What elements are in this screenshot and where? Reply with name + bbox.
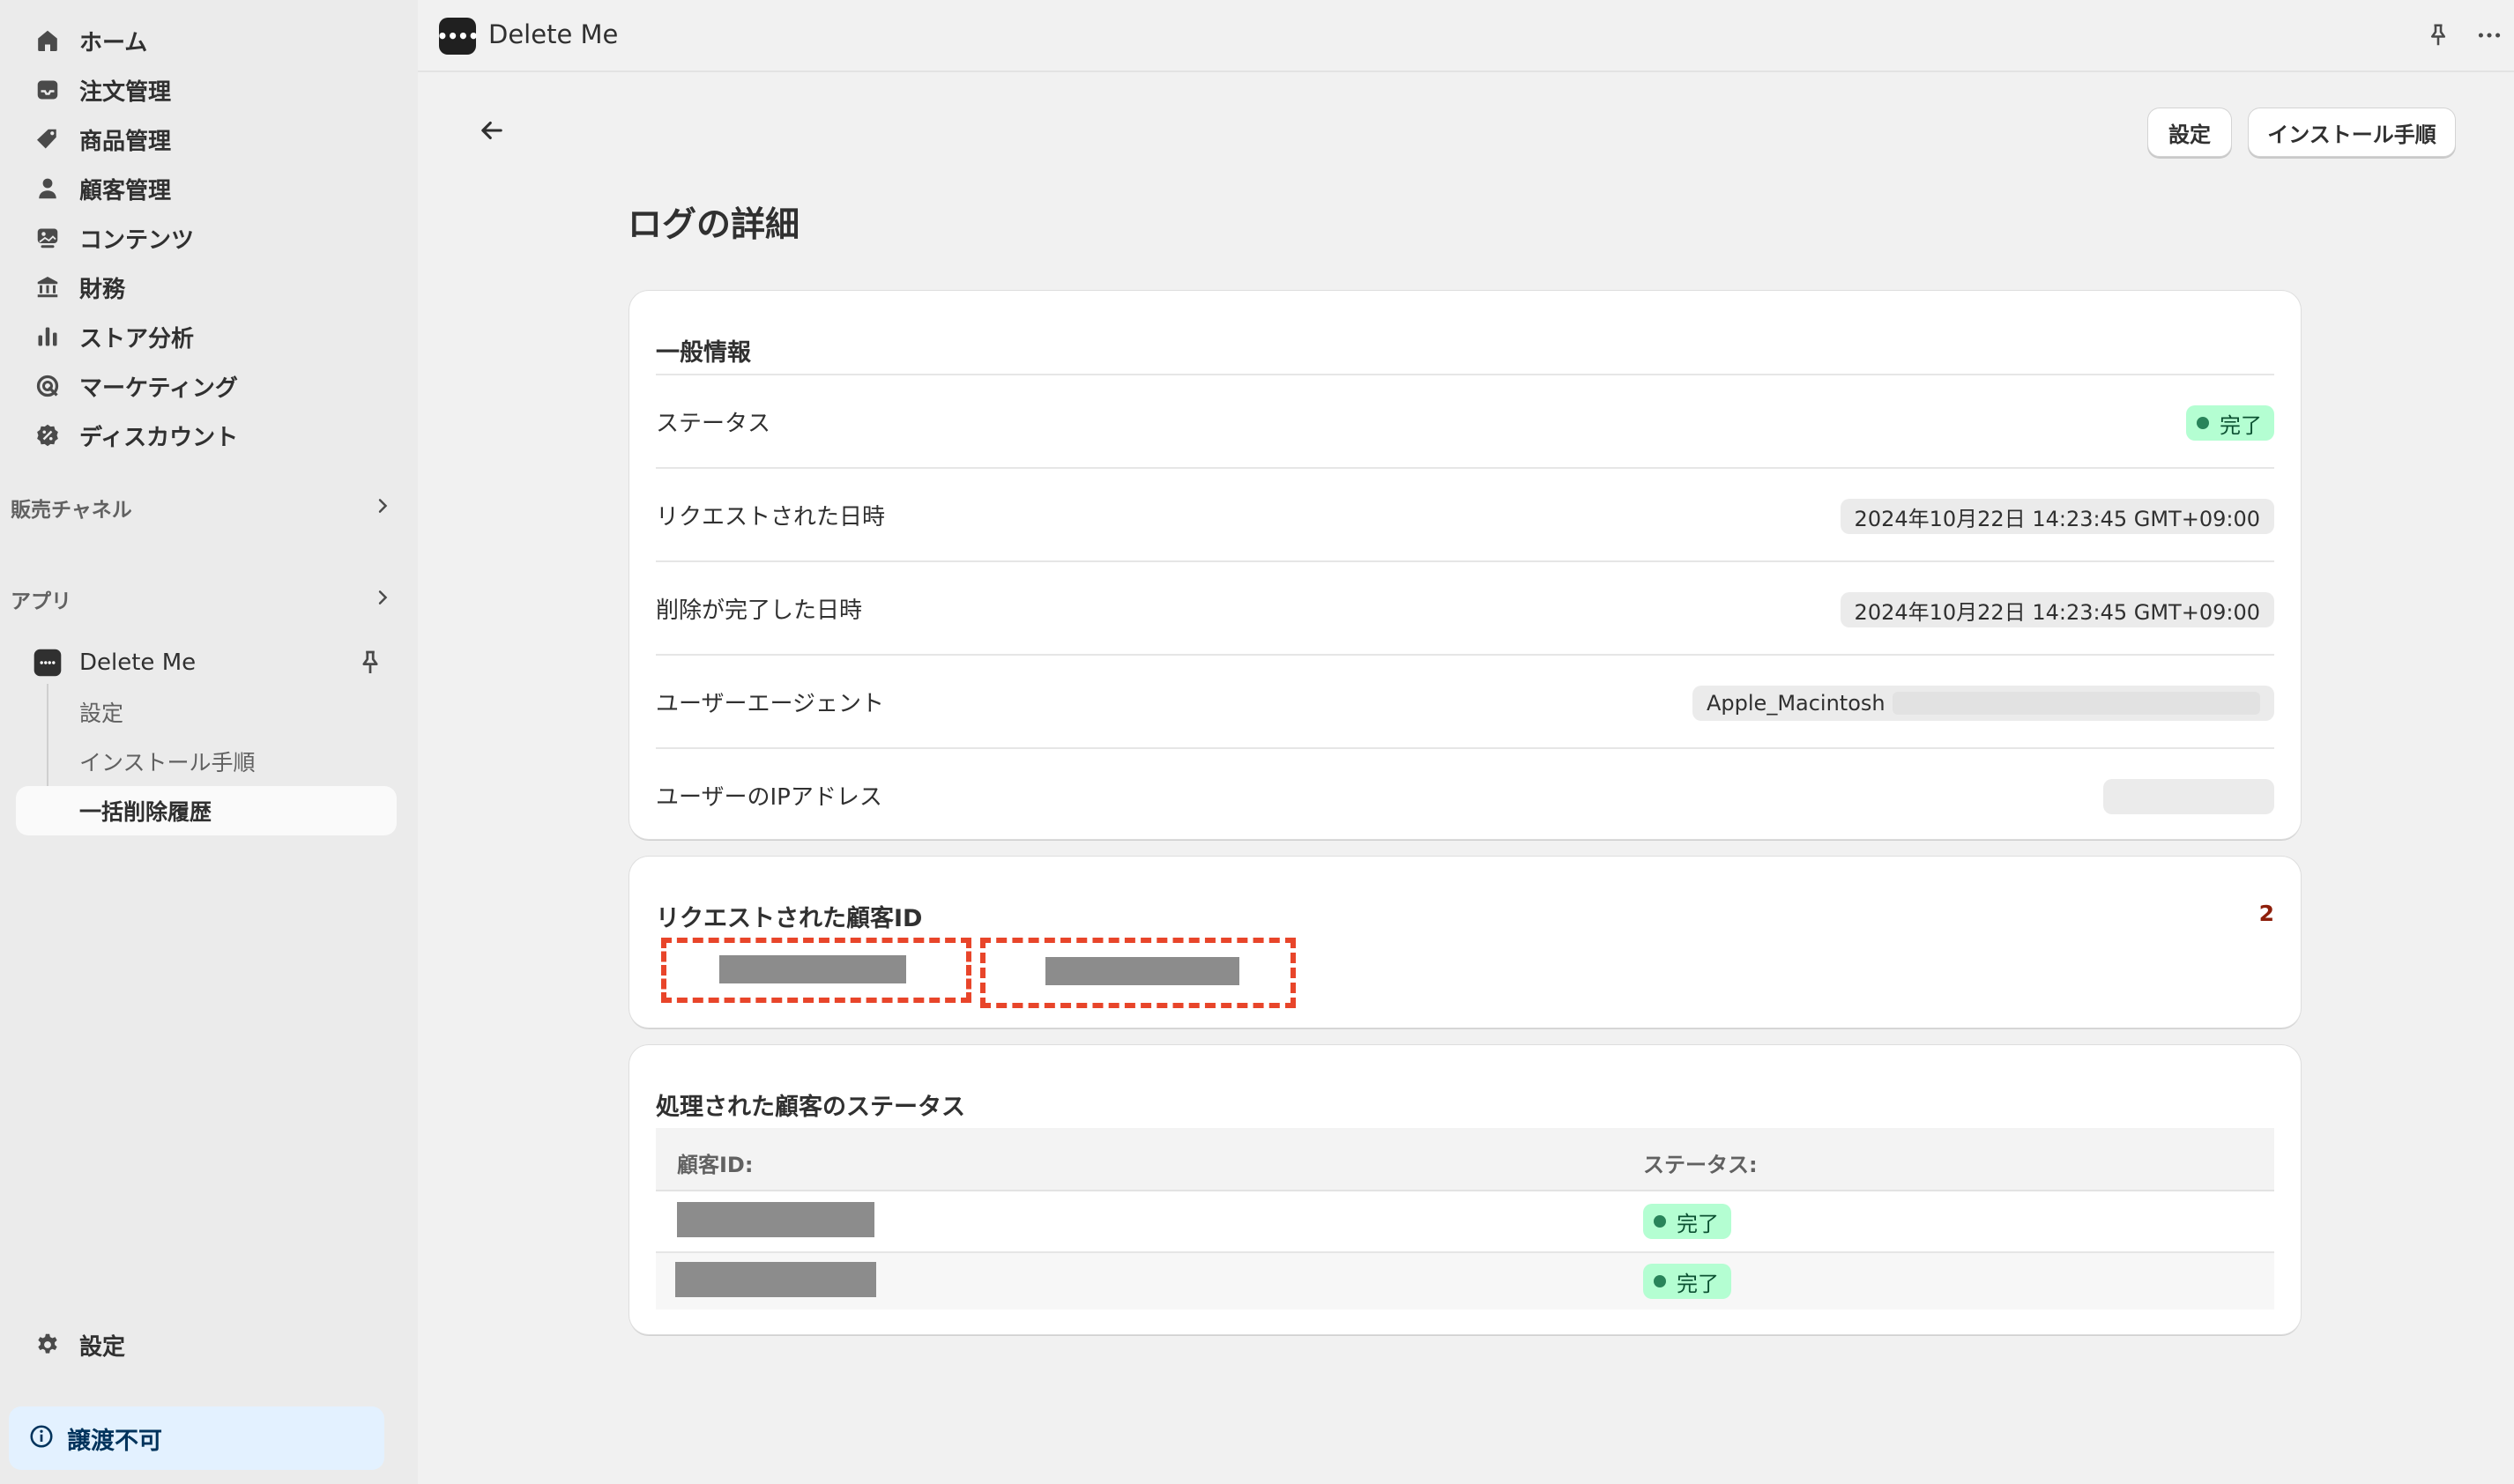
column-customer-id: 顧客ID: <box>677 1153 754 1177</box>
install-guide-button[interactable]: インストール手順 <box>2248 108 2456 157</box>
sidebar-item-content[interactable]: コンテンツ <box>32 219 393 257</box>
sidebar-item-label: コンテンツ <box>79 226 195 254</box>
app-logo-icon: •••• <box>436 18 480 55</box>
sidebar: ホーム 注文管理 商品管理 顧客管理 コンテンツ 財務 ストア分析 マーケティン… <box>0 0 418 1484</box>
back-button[interactable] <box>471 109 513 152</box>
status-text: 完了 <box>1677 1271 1719 1296</box>
app-name: Delete Me <box>79 649 197 676</box>
card-title: 処理された顧客のステータス <box>656 1094 965 1121</box>
status-badge: 完了 <box>1643 1204 1731 1239</box>
status-text: 完了 <box>2220 412 2262 438</box>
pin-icon[interactable] <box>2421 18 2456 53</box>
ip-address-row: ユーザーのIPアドレス <box>656 747 2274 839</box>
customer-id-redacted <box>1045 957 1239 985</box>
sidebar-item-discounts[interactable]: ディスカウント <box>32 416 393 455</box>
sidebar-sub-install[interactable]: インストール手順 <box>79 746 256 777</box>
customer-id-redacted <box>677 1202 874 1237</box>
requested-ids-card: リクエストされた顧客ID 2 <box>629 857 2301 1028</box>
section-label: アプリ <box>11 590 71 613</box>
app-title: Delete Me <box>488 19 619 49</box>
sidebar-item-label: ストア分析 <box>79 325 195 352</box>
sidebar-item-label: 顧客管理 <box>79 177 172 204</box>
row-label: 削除が完了した日時 <box>656 597 863 624</box>
sidebar-sub-settings[interactable]: 設定 <box>79 696 123 728</box>
inbox-icon <box>32 74 63 106</box>
settings-button[interactable]: 設定 <box>2147 108 2232 157</box>
tag-icon <box>32 123 63 155</box>
sidebar-item-settings[interactable]: 設定 <box>32 1325 393 1364</box>
status-dot <box>1654 1275 1666 1287</box>
customer-id-redacted <box>675 1262 876 1297</box>
sidebar-item-label: ディスカウント <box>79 424 239 451</box>
bar-chart-icon <box>32 321 63 352</box>
sidebar-item-customers[interactable]: 顧客管理 <box>32 169 393 208</box>
card-title: リクエストされた顧客ID <box>656 905 923 932</box>
table-row: 完了 <box>656 1193 2274 1251</box>
notice-label: 譲渡不可 <box>67 1427 162 1455</box>
status-text: 完了 <box>1677 1211 1719 1236</box>
status-dot <box>2197 417 2209 429</box>
app-topbar: •••• Delete Me <box>418 0 2514 72</box>
info-icon <box>28 1423 55 1453</box>
user-agent-text: Apple_Macintosh <box>1707 691 1886 716</box>
user-agent-row: ユーザーエージェント Apple_Macintosh <box>656 654 2274 747</box>
row-label: ユーザーのIPアドレス <box>656 784 882 811</box>
sidebar-item-label: 商品管理 <box>79 128 172 155</box>
sidebar-item-marketing[interactable]: マーケティング <box>32 367 393 405</box>
sidebar-item-analytics[interactable]: ストア分析 <box>32 317 393 356</box>
non-transferable-notice[interactable]: 譲渡不可 <box>9 1406 384 1470</box>
target-icon <box>32 370 63 402</box>
processed-status-card: 処理された顧客のステータス 顧客ID: ステータス: 完了 完了 <box>629 1045 2301 1334</box>
completed-at-value: 2024年10月22日 14:23:45 GMT+09:00 <box>1840 592 2274 627</box>
app-logo-text: •••• <box>436 26 479 47</box>
sidebar-item-home[interactable]: ホーム <box>32 21 393 60</box>
gear-icon <box>32 1329 63 1361</box>
column-status: ステータス: <box>1643 1153 1758 1177</box>
status-row: ステータス 完了 <box>656 374 2274 467</box>
apps-section[interactable]: アプリ <box>11 580 393 619</box>
sidebar-item-finance[interactable]: 財務 <box>32 268 393 307</box>
sidebar-item-label: 財務 <box>79 276 126 303</box>
chevron-right-icon <box>372 587 393 612</box>
card-title: 一般情報 <box>656 339 751 367</box>
chevron-right-icon <box>372 495 393 520</box>
customer-id-redacted <box>719 955 906 983</box>
app-logo-icon <box>32 647 63 679</box>
sales-channels-section[interactable]: 販売チャネル <box>11 488 393 527</box>
arrow-left-icon <box>481 121 502 140</box>
sidebar-app-delete-me[interactable]: Delete Me <box>32 643 393 682</box>
sidebar-sub-history-label[interactable]: 一括削除履歴 <box>79 795 212 827</box>
home-icon <box>32 25 63 56</box>
user-agent-value: Apple_Macintosh <box>1692 686 2274 721</box>
section-label: 販売チャネル <box>11 499 132 522</box>
page-title: ログの詳細 <box>628 205 800 245</box>
status-dot <box>1654 1215 1666 1228</box>
table-header: 顧客ID: ステータス: <box>656 1128 2274 1191</box>
status-badge: 完了 <box>2186 405 2274 441</box>
pin-icon[interactable] <box>356 649 384 680</box>
ip-address-value-blurred <box>2103 779 2274 814</box>
more-options-icon[interactable] <box>2472 18 2507 53</box>
sidebar-item-label: マーケティング <box>79 375 238 402</box>
row-label: リクエストされた日時 <box>656 504 886 531</box>
sidebar-item-label: 設定 <box>79 1333 126 1361</box>
bank-icon <box>32 271 63 303</box>
sidebar-item-orders[interactable]: 注文管理 <box>32 70 393 109</box>
blurred-text <box>1892 692 2260 715</box>
id-count: 2 <box>2258 901 2274 926</box>
sidebar-item-label: 注文管理 <box>79 78 172 106</box>
general-info-card: 一般情報 ステータス 完了 リクエストされた日時 2024年10月22日 14:… <box>629 291 2301 839</box>
row-label: ステータス <box>656 411 771 437</box>
requested-at-row: リクエストされた日時 2024年10月22日 14:23:45 GMT+09:0… <box>656 467 2274 560</box>
person-icon <box>32 173 63 204</box>
requested-at-value: 2024年10月22日 14:23:45 GMT+09:00 <box>1840 499 2274 534</box>
sidebar-item-products[interactable]: 商品管理 <box>32 120 393 159</box>
row-label: ユーザーエージェント <box>656 691 884 717</box>
table-row: 完了 <box>656 1251 2274 1310</box>
status-badge: 完了 <box>1643 1264 1731 1299</box>
sidebar-item-label: ホーム <box>79 29 148 56</box>
completed-at-row: 削除が完了した日時 2024年10月22日 14:23:45 GMT+09:00 <box>656 560 2274 654</box>
image-icon <box>32 222 63 254</box>
discount-icon <box>32 419 63 451</box>
